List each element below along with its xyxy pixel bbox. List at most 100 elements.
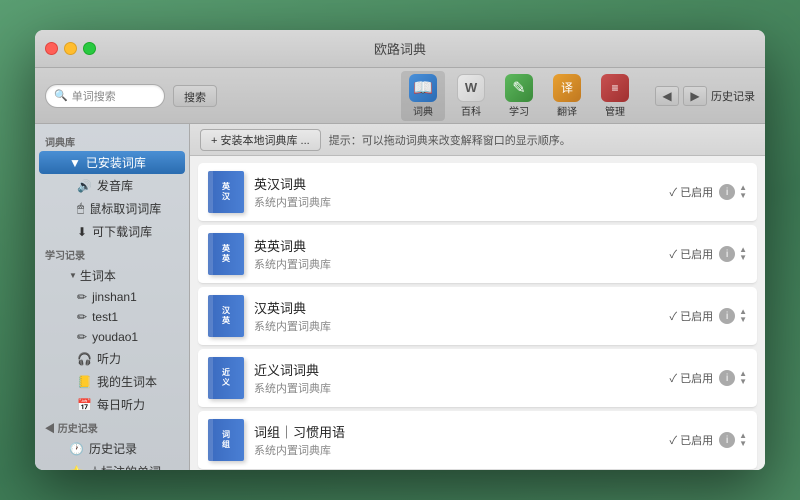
sort-down-1[interactable]: ▼	[739, 192, 747, 200]
sidebar-item-jinshan1[interactable]: ✏ jinshan1	[39, 287, 185, 307]
sidebar-item-listen[interactable]: 🎧 听力	[39, 347, 185, 370]
dict-status-5: ✓ 已启用	[670, 432, 714, 448]
search-box: 🔍 单词搜索	[45, 84, 165, 108]
sidebar-item-test1[interactable]: ✏ test1	[39, 307, 185, 327]
checkmark-5: ✓ 已启用	[670, 432, 714, 448]
dict-type-3: 系统内置词典库	[254, 318, 670, 334]
sidebar-item-download-label: 可下载词库	[92, 223, 152, 240]
checkmark-1: ✓ 已启用	[670, 184, 714, 200]
sidebar-item-dailylisten[interactable]: 📅 每日听力	[39, 393, 185, 416]
sidebar-item-jinshan1-label: jinshan1	[92, 290, 137, 304]
sort-down-5[interactable]: ▼	[739, 440, 747, 448]
sidebar-item-audio-label: 发音库	[97, 177, 133, 194]
sort-arrows-5: ▲ ▼	[739, 432, 747, 448]
youdao1-icon: ✏	[77, 330, 87, 344]
info-btn-3[interactable]: i	[719, 308, 735, 324]
dict-item-zh-zh[interactable]: 汉英 汉英词典 系统内置词典库 ✓ 已启用 i ▲ ▼	[198, 287, 757, 346]
dict-item-en-zh[interactable]: 英英 英英词典 系统内置词典库 ✓ 已启用 i ▲ ▼	[198, 225, 757, 284]
sidebar-item-test1-label: test1	[92, 310, 118, 324]
main-content: 词典库 ▼ 已安装词库 🔊 发音库 🖱 鼠标取词词库 ⬇ 可下载词库 学习	[35, 124, 765, 470]
sidebar-item-audio[interactable]: 🔊 发音库	[39, 174, 185, 197]
add-dict-button[interactable]: + 安装本地词典库 ...	[200, 129, 321, 151]
sort-arrows-2: ▲ ▼	[739, 246, 747, 262]
sort-arrows-4: ▲ ▼	[739, 370, 747, 386]
dict-name-3: 汉英词典	[254, 298, 670, 317]
dict-list: 英汉 英汉词典 系统内置词典库 ✓ 已启用 i ▲ ▼	[190, 156, 765, 470]
toolbar-dict-btn[interactable]: 📖 词典	[401, 71, 445, 121]
jinshan1-icon: ✏	[77, 290, 87, 304]
toolbar-right: ◀ ▶ 历史记录	[655, 86, 755, 106]
toolbar: 🔍 单词搜索 搜索 📖 词典 W 百科 ✎ 学习 译	[35, 68, 765, 124]
content-area: + 安装本地词典库 ... 提示：可以拖动词典来改变解释窗口的显示顺序。 英汉 …	[190, 124, 765, 470]
window-controls	[45, 42, 96, 55]
nav-back-button[interactable]: ◀	[655, 86, 679, 106]
sort-down-2[interactable]: ▼	[739, 254, 747, 262]
audio-icon: 🔊	[77, 179, 92, 193]
info-btn-2[interactable]: i	[719, 246, 735, 262]
sidebar-item-installed[interactable]: ▼ 已安装词库	[39, 151, 185, 174]
close-button[interactable]	[45, 42, 58, 55]
maximize-button[interactable]	[83, 42, 96, 55]
search-button[interactable]: 搜索	[173, 85, 217, 107]
dict-info-4: 近义词词典 系统内置词典库	[254, 360, 670, 396]
dict-icon: 📖	[409, 74, 437, 102]
minimize-button[interactable]	[64, 42, 77, 55]
sidebar-item-starred[interactable]: ⭐ ☆标注的单词	[39, 460, 185, 470]
dict-book-icon-4: 近义	[208, 357, 244, 399]
sidebar-item-vocab[interactable]: ▼ 生词本	[39, 264, 185, 287]
sidebar-item-youdao1-label: youdao1	[92, 330, 138, 344]
sidebar: 词典库 ▼ 已安装词库 🔊 发音库 🖱 鼠标取词词库 ⬇ 可下载词库 学习	[35, 124, 190, 470]
cursor-icon: 🖱	[77, 201, 84, 216]
sidebar-item-download[interactable]: ⬇ 可下载词库	[39, 220, 185, 243]
dict-item-zh-en[interactable]: 英汉 英汉词典 系统内置词典库 ✓ 已启用 i ▲ ▼	[198, 163, 757, 222]
sidebar-item-listen-label: 听力	[97, 350, 121, 367]
toolbar-manage-btn[interactable]: ≡ 管理	[593, 71, 637, 121]
dict-type-4: 系统内置词典库	[254, 380, 670, 396]
dict-item-phrase[interactable]: 词组 词组｜习惯用语 系统内置词典库 ✓ 已启用 i ▲ ▼	[198, 411, 757, 470]
sidebar-item-installed-label: 已安装词库	[86, 154, 146, 171]
dict-name-1: 英汉词典	[254, 174, 670, 193]
toolbar-learn-btn[interactable]: ✎ 学习	[497, 71, 541, 121]
download-icon: ⬇	[77, 225, 87, 239]
info-btn-5[interactable]: i	[719, 432, 735, 448]
dict-book-icon-2: 英英	[208, 233, 244, 275]
history-label: 历史记录	[711, 88, 755, 104]
sort-down-3[interactable]: ▼	[739, 316, 747, 324]
listen-icon: 🎧	[77, 352, 92, 366]
dict-status-1: ✓ 已启用	[670, 184, 714, 200]
sidebar-section-dict: 词典库	[35, 130, 189, 151]
info-btn-1[interactable]: i	[719, 184, 735, 200]
sidebar-item-history[interactable]: 🕐 历史记录	[39, 437, 185, 460]
sidebar-item-cursor[interactable]: 🖱 鼠标取词词库	[39, 197, 185, 220]
nav-forward-button[interactable]: ▶	[683, 86, 707, 106]
dict-info-1: 英汉词典 系统内置词典库	[254, 174, 670, 210]
dict-item-synonym[interactable]: 近义 近义词词典 系统内置词典库 ✓ 已启用 i ▲ ▼	[198, 349, 757, 408]
toolbar-icons: 📖 词典 W 百科 ✎ 学习 译 翻译 ≡ 管理	[401, 71, 637, 121]
dict-type-2: 系统内置词典库	[254, 256, 670, 272]
sort-arrows-3: ▲ ▼	[739, 308, 747, 324]
sort-down-4[interactable]: ▼	[739, 378, 747, 386]
myvocab-icon: 📒	[77, 375, 92, 389]
toolbar-dict-label: 词典	[413, 103, 433, 118]
dict-type-5: 系统内置词典库	[254, 442, 670, 458]
sidebar-item-cursor-label: 鼠标取词词库	[89, 200, 161, 217]
toolbar-translate-label: 翻译	[557, 103, 577, 118]
dict-book-icon-5: 词组	[208, 419, 244, 461]
dict-name-5: 词组｜习惯用语	[254, 422, 670, 441]
search-input[interactable]: 单词搜索	[72, 88, 116, 104]
sidebar-item-youdao1[interactable]: ✏ youdao1	[39, 327, 185, 347]
search-icon: 🔍	[54, 89, 68, 102]
toolbar-wiki-btn[interactable]: W 百科	[449, 71, 493, 121]
installed-icon: ▼	[69, 156, 81, 170]
dict-info-2: 英英词典 系统内置词典库	[254, 236, 670, 272]
learn-icon: ✎	[505, 74, 533, 102]
starred-icon: ⭐	[69, 465, 84, 471]
toolbar-translate-btn[interactable]: 译 翻译	[545, 71, 589, 121]
sidebar-item-myvocab[interactable]: 📒 我的生词本	[39, 370, 185, 393]
titlebar: 欧路词典	[35, 30, 765, 68]
info-btn-4[interactable]: i	[719, 370, 735, 386]
dict-name-4: 近义词词典	[254, 360, 670, 379]
desktop: 欧路词典 🔍 单词搜索 搜索 📖 词典 W 百科 ✎	[0, 0, 800, 500]
content-toolbar: + 安装本地词典库 ... 提示：可以拖动词典来改变解释窗口的显示顺序。	[190, 124, 765, 156]
checkmark-2: ✓ 已启用	[670, 246, 714, 262]
